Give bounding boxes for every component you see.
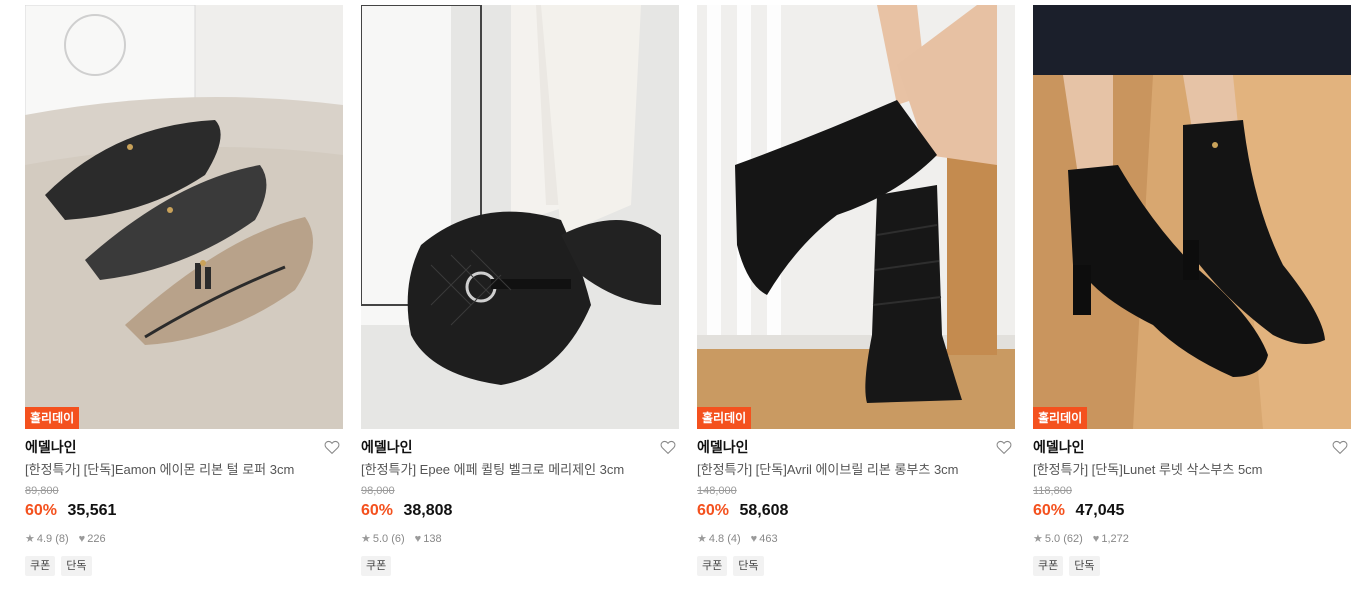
heart-icon: ♥ — [1092, 533, 1100, 545]
tag-coupon: 쿠폰 — [25, 556, 56, 576]
heart-icon: ♥ — [414, 533, 422, 545]
tag-exclusive: 단독 — [61, 556, 92, 576]
rating: 5.0 (62) — [1044, 533, 1083, 545]
product-card[interactable]: 홀리데이 에델나인 [한정특가] [단독]Avril 에이브릴 리본 롱부츠 3… — [697, 5, 1015, 576]
product-grid: 홀리데이 에델나인 [한정특가] [단독]Eamon 에이몬 리본 털 로퍼 3… — [0, 0, 1357, 600]
sale-price: 35,561 — [67, 502, 117, 519]
heart-outline-icon[interactable] — [659, 438, 677, 456]
product-image[interactable]: 홀리데이 — [1033, 5, 1351, 429]
product-name[interactable]: [한정특가] Epee 에페 퀼팅 벨크로 메리제인 3cm — [361, 461, 679, 479]
original-price: 98,000 — [361, 485, 395, 497]
discount-rate: 60% — [1033, 502, 1066, 519]
product-image[interactable] — [361, 5, 679, 429]
maryjane-photo — [361, 5, 679, 429]
product-card[interactable]: 홀리데이 에델나인 [한정특가] [단독]Eamon 에이몬 리본 털 로퍼 3… — [25, 5, 343, 576]
product-image[interactable]: 홀리데이 — [697, 5, 1015, 429]
heart-outline-icon[interactable] — [1331, 438, 1349, 456]
product-image[interactable]: 홀리데이 — [25, 5, 343, 429]
star-icon: ★ — [25, 533, 35, 545]
tag-coupon: 쿠폰 — [1033, 556, 1064, 576]
heart-outline-icon[interactable] — [323, 438, 341, 456]
product-name[interactable]: [한정특가] [단독]Eamon 에이몬 리본 털 로퍼 3cm — [25, 461, 343, 479]
heart-outline-icon[interactable] — [995, 438, 1013, 456]
product-card[interactable]: 에델나인 [한정특가] Epee 에페 퀼팅 벨크로 메리제인 3cm 98,0… — [361, 5, 679, 576]
rating: 4.8 (4) — [708, 533, 741, 545]
discount-rate: 60% — [361, 502, 394, 519]
sale-price: 58,608 — [739, 502, 789, 519]
like-count: 1,272 — [1101, 533, 1129, 545]
tag-exclusive: 단독 — [1069, 556, 1100, 576]
star-icon: ★ — [361, 533, 371, 545]
brand-name[interactable]: 에델나인 — [25, 439, 77, 455]
discount-rate: 60% — [25, 502, 58, 519]
tag-coupon: 쿠폰 — [697, 556, 728, 576]
product-card[interactable]: 홀리데이 에델나인 [한정특가] [단독]Lunet 루넷 삭스부츠 5cm 1… — [1033, 5, 1351, 576]
original-price: 118,800 — [1033, 485, 1072, 497]
promo-badge: 홀리데이 — [697, 407, 752, 429]
like-count: 463 — [759, 533, 778, 545]
product-name[interactable]: [한정특가] [단독]Avril 에이브릴 리본 롱부츠 3cm — [697, 461, 1015, 479]
tag-coupon: 쿠폰 — [361, 556, 392, 576]
original-price: 89,800 — [25, 485, 59, 497]
promo-badge: 홀리데이 — [25, 407, 80, 429]
rating: 4.9 (8) — [36, 533, 69, 545]
rating: 5.0 (6) — [372, 533, 405, 545]
loafer-photo — [25, 5, 343, 429]
promo-badge: 홀리데이 — [1033, 407, 1088, 429]
star-icon: ★ — [1033, 533, 1043, 545]
longboots-photo — [697, 5, 1015, 429]
brand-name[interactable]: 에델나인 — [697, 439, 749, 455]
like-count: 138 — [423, 533, 442, 545]
original-price: 148,000 — [697, 485, 737, 497]
heart-icon: ♥ — [750, 533, 758, 545]
like-count: 226 — [87, 533, 106, 545]
sale-price: 38,808 — [403, 502, 453, 519]
discount-rate: 60% — [697, 502, 730, 519]
sale-price: 47,045 — [1075, 502, 1125, 519]
star-icon: ★ — [697, 533, 707, 545]
brand-name[interactable]: 에델나인 — [361, 439, 413, 455]
product-name[interactable]: [한정특가] [단독]Lunet 루넷 삭스부츠 5cm — [1033, 461, 1351, 479]
heart-icon: ♥ — [78, 533, 86, 545]
brand-name[interactable]: 에델나인 — [1033, 439, 1085, 455]
sockboots-photo — [1033, 5, 1351, 429]
tag-exclusive: 단독 — [733, 556, 764, 576]
